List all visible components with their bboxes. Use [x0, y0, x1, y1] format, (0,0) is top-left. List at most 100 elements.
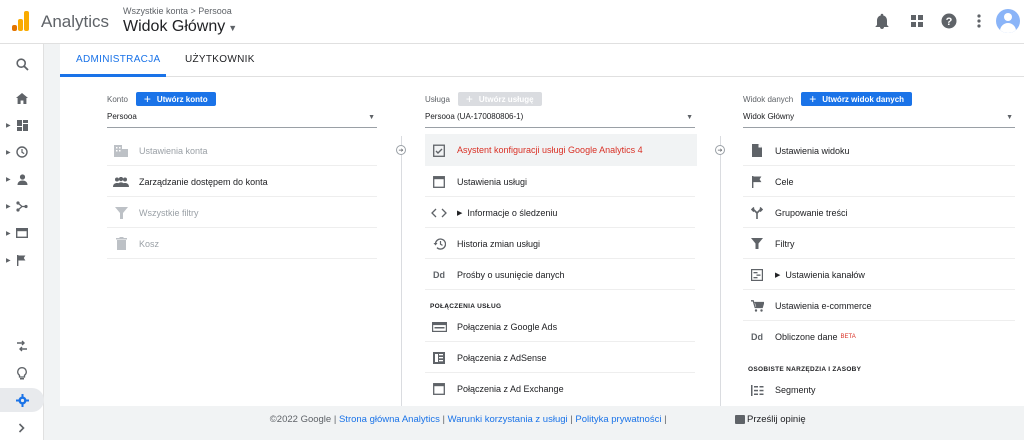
- privacy-link[interactable]: Polityka prywatności: [575, 414, 661, 425]
- feedback-label: Prześlij opinię: [747, 414, 806, 425]
- account-access-item[interactable]: Zarządzanie dostępem do konta: [107, 167, 377, 197]
- create-view-button[interactable]: + Utwórz widok danych: [801, 92, 913, 106]
- sidebar-item-conversions[interactable]: ▶: [0, 249, 44, 271]
- sidebar-item-customization[interactable]: ▶: [0, 114, 44, 136]
- feedback-icon: [735, 415, 745, 424]
- view-select[interactable]: Widok Główny ▼: [743, 112, 1015, 128]
- create-view-label: Utwórz widok danych: [822, 94, 905, 104]
- analytics-logo-icon[interactable]: [12, 11, 30, 31]
- content-grouping-item[interactable]: Grupowanie treści: [743, 198, 1015, 228]
- property-history-item[interactable]: Historia zmian usługi: [425, 229, 695, 259]
- column-divider: [401, 136, 402, 406]
- property-settings-label: Ustawienia usługi: [457, 176, 528, 187]
- property-select-value: Persooa (UA-170080806-1): [425, 112, 524, 121]
- create-account-button[interactable]: + Utwórz konto: [135, 92, 216, 106]
- caret-right-icon: ▶: [775, 271, 781, 279]
- ecommerce-settings-label: Ustawienia e-commerce: [775, 300, 872, 311]
- ga4-setup-assistant-item[interactable]: Asystent konfiguracji usługi Google Anal…: [425, 134, 697, 166]
- view-filters-item[interactable]: Filtry: [743, 229, 1015, 259]
- channel-settings-item[interactable]: ▶ Ustawienia kanałów: [743, 260, 1015, 290]
- flag-icon: [17, 254, 26, 266]
- active-tab-indicator: [60, 74, 166, 77]
- caret-right-icon: ▶: [6, 122, 11, 129]
- caret-down-icon: ▼: [228, 23, 238, 33]
- google-ads-links-item[interactable]: Połączenia z Google Ads: [425, 312, 695, 342]
- tab-uzytkownik[interactable]: UŻYTKOWNIK: [185, 54, 255, 65]
- terms-link[interactable]: Warunki korzystania z usługi: [448, 414, 568, 425]
- property-settings-item[interactable]: Ustawienia usługi: [425, 167, 695, 197]
- view-settings-item[interactable]: Ustawienia widoku: [743, 136, 1015, 166]
- adsense-links-item[interactable]: Połączenia z AdSense: [425, 343, 695, 373]
- filter-icon: [749, 236, 765, 252]
- view-title: Widok Główny: [123, 18, 226, 35]
- goals-item[interactable]: Cele: [743, 167, 1015, 197]
- create-property-button[interactable]: + Utwórz usługę: [457, 92, 542, 106]
- sidebar-item-audience[interactable]: ▶: [0, 168, 44, 190]
- breadcrumb[interactable]: Wszystkie konta > Persooa: [123, 6, 232, 16]
- tracking-info-label: Informacje o śledzeniu: [467, 207, 558, 218]
- view-label: Widok danych: [743, 94, 794, 104]
- analytics-home-link[interactable]: Strona główna Analytics: [339, 414, 440, 425]
- ad-exchange-links-item[interactable]: Połączenia z Ad Exchange: [425, 374, 695, 404]
- dropdown-arrow-icon: ▼: [1006, 114, 1013, 121]
- goals-label: Cele: [775, 176, 794, 187]
- property-header: Usługa + Utwórz usługę: [425, 92, 542, 106]
- account-settings-label: Ustawienia konta: [139, 145, 208, 156]
- ecommerce-settings-item[interactable]: Ustawienia e-commerce: [743, 291, 1015, 321]
- channel-settings-label: Ustawienia kanałów: [785, 269, 865, 280]
- ga4-setup-assistant-label: Asystent konfiguracji usługi Google Anal…: [457, 145, 643, 155]
- property-select[interactable]: Persooa (UA-170080806-1) ▼: [425, 112, 695, 128]
- trash-item[interactable]: Kosz: [107, 229, 377, 259]
- avatar[interactable]: [996, 9, 1020, 33]
- cart-icon: [749, 298, 765, 314]
- view-filters-label: Filtry: [775, 238, 795, 249]
- admin-gear-icon[interactable]: [0, 388, 44, 412]
- content-grouping-label: Grupowanie treści: [775, 207, 848, 218]
- code-icon: [431, 205, 447, 221]
- search-icon[interactable]: [0, 53, 44, 75]
- checklist-icon: [431, 142, 447, 158]
- more-vert-icon[interactable]: [970, 12, 988, 30]
- account-label: Konto: [107, 94, 128, 104]
- attribution-icon[interactable]: [0, 335, 44, 357]
- plus-icon: +: [143, 92, 151, 106]
- view-settings-label: Ustawienia widoku: [775, 145, 850, 156]
- view-select-value: Widok Główny: [743, 112, 795, 121]
- help-icon[interactable]: ?: [940, 12, 958, 30]
- create-account-label: Utwórz konto: [156, 94, 208, 104]
- data-deletion-item[interactable]: Dd Prośby o usunięcie danych: [425, 260, 695, 290]
- feedback-button[interactable]: Prześlij opinię: [735, 414, 806, 425]
- property-label: Usługa: [425, 94, 450, 104]
- ads-icon: [431, 319, 447, 335]
- sidebar: ▶ ▶ ▶ ▶ ▶ ▶: [0, 44, 44, 440]
- tracking-info-item[interactable]: ▶ Informacje o śledzeniu: [425, 198, 695, 228]
- account-settings-item[interactable]: Ustawienia konta: [107, 136, 377, 166]
- view-selector[interactable]: Widok Główny ▼: [123, 18, 237, 36]
- sidebar-item-realtime[interactable]: ▶: [0, 141, 44, 163]
- dropdown-arrow-icon: ▼: [368, 114, 375, 121]
- column-divider: [720, 136, 721, 406]
- lightbulb-icon[interactable]: [0, 362, 44, 384]
- footer: ©2022 Google | Strona główna Analytics |…: [269, 414, 670, 425]
- account-select[interactable]: Persooa ▼: [107, 112, 377, 128]
- sidebar-item-behavior[interactable]: ▶: [0, 222, 44, 244]
- personal-tools-section-title: OSOBISTE NARZĘDZIA I ZASOBY: [748, 366, 862, 373]
- calculated-metrics-item[interactable]: Dd Obliczone dane BETA: [743, 322, 1015, 352]
- plus-icon: +: [465, 92, 473, 106]
- bell-icon[interactable]: [873, 12, 891, 30]
- history-icon: [431, 236, 447, 252]
- home-icon[interactable]: [0, 87, 44, 109]
- window-icon: [431, 174, 447, 190]
- account-header: Konto + Utwórz konto: [107, 92, 216, 106]
- adexchange-icon: [431, 381, 447, 397]
- tab-administracja[interactable]: ADMINISTRACJA: [76, 54, 160, 65]
- copyright: ©2022 Google: [269, 414, 332, 425]
- clock-icon: [16, 146, 28, 158]
- sidebar-item-acquisition[interactable]: ▶: [0, 195, 44, 217]
- adsense-icon: [431, 350, 447, 366]
- property-links-section-title: POŁĄCZENIA USŁUG: [430, 303, 502, 310]
- arrow-right-icon: ➔: [715, 145, 725, 155]
- all-filters-item[interactable]: Wszystkie filtry: [107, 198, 377, 228]
- apps-grid-icon[interactable]: [908, 12, 926, 30]
- segments-item[interactable]: Segmenty: [743, 375, 1015, 405]
